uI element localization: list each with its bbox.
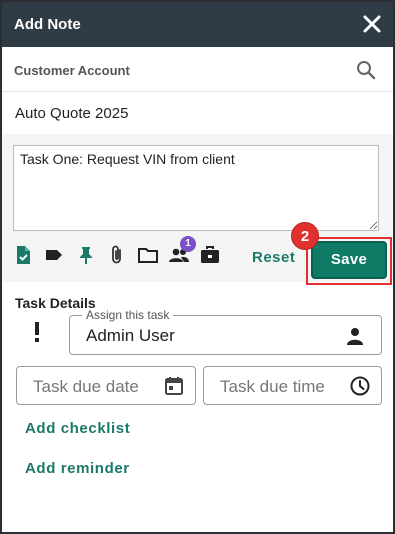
pin-icon[interactable] — [75, 244, 97, 266]
folder-icon[interactable] — [137, 244, 159, 266]
step-number-badge: 2 — [291, 222, 319, 250]
reset-button[interactable]: Reset — [252, 249, 295, 266]
calendar-icon[interactable] — [163, 375, 185, 397]
people-count-badge: 1 — [180, 236, 196, 252]
note-toolbar: 1 — [12, 236, 227, 268]
panel-title: Add Note — [14, 16, 81, 33]
exclamation-icon[interactable] — [32, 321, 42, 343]
tag-icon[interactable] — [43, 244, 65, 266]
add-checklist-button[interactable]: Add checklist — [25, 420, 130, 437]
paperclip-icon[interactable] — [106, 244, 128, 266]
quote-name: Auto Quote 2025 — [15, 105, 129, 122]
add-note-panel: Add Note Customer Account Auto Quote 202… — [0, 0, 395, 534]
task-due-date-field[interactable]: Task due date — [16, 366, 196, 405]
note-textarea[interactable]: Task One: Request VIN from client — [13, 145, 379, 231]
clock-icon[interactable] — [349, 375, 371, 397]
assign-task-label: Assign this task — [82, 308, 174, 322]
customer-account-search[interactable]: Customer Account — [2, 47, 393, 92]
add-reminder-button[interactable]: Add reminder — [25, 460, 130, 477]
due-time-placeholder: Task due time — [220, 377, 325, 396]
panel-header: Add Note — [2, 2, 393, 47]
file-check-icon[interactable] — [12, 244, 34, 266]
save-button[interactable]: Save — [311, 241, 387, 279]
assign-task-field[interactable]: Assign this task Admin User — [69, 308, 382, 355]
task-due-time-field[interactable]: Task due time — [203, 366, 382, 405]
quote-row[interactable]: Auto Quote 2025 — [2, 92, 393, 134]
briefcase-icon[interactable] — [199, 244, 221, 266]
person-icon[interactable] — [345, 326, 365, 346]
close-icon[interactable] — [361, 13, 383, 35]
due-date-placeholder: Task due date — [33, 377, 139, 396]
assign-task-value: Admin User — [86, 326, 175, 345]
search-icon[interactable] — [355, 59, 377, 81]
customer-account-label: Customer Account — [14, 63, 130, 78]
